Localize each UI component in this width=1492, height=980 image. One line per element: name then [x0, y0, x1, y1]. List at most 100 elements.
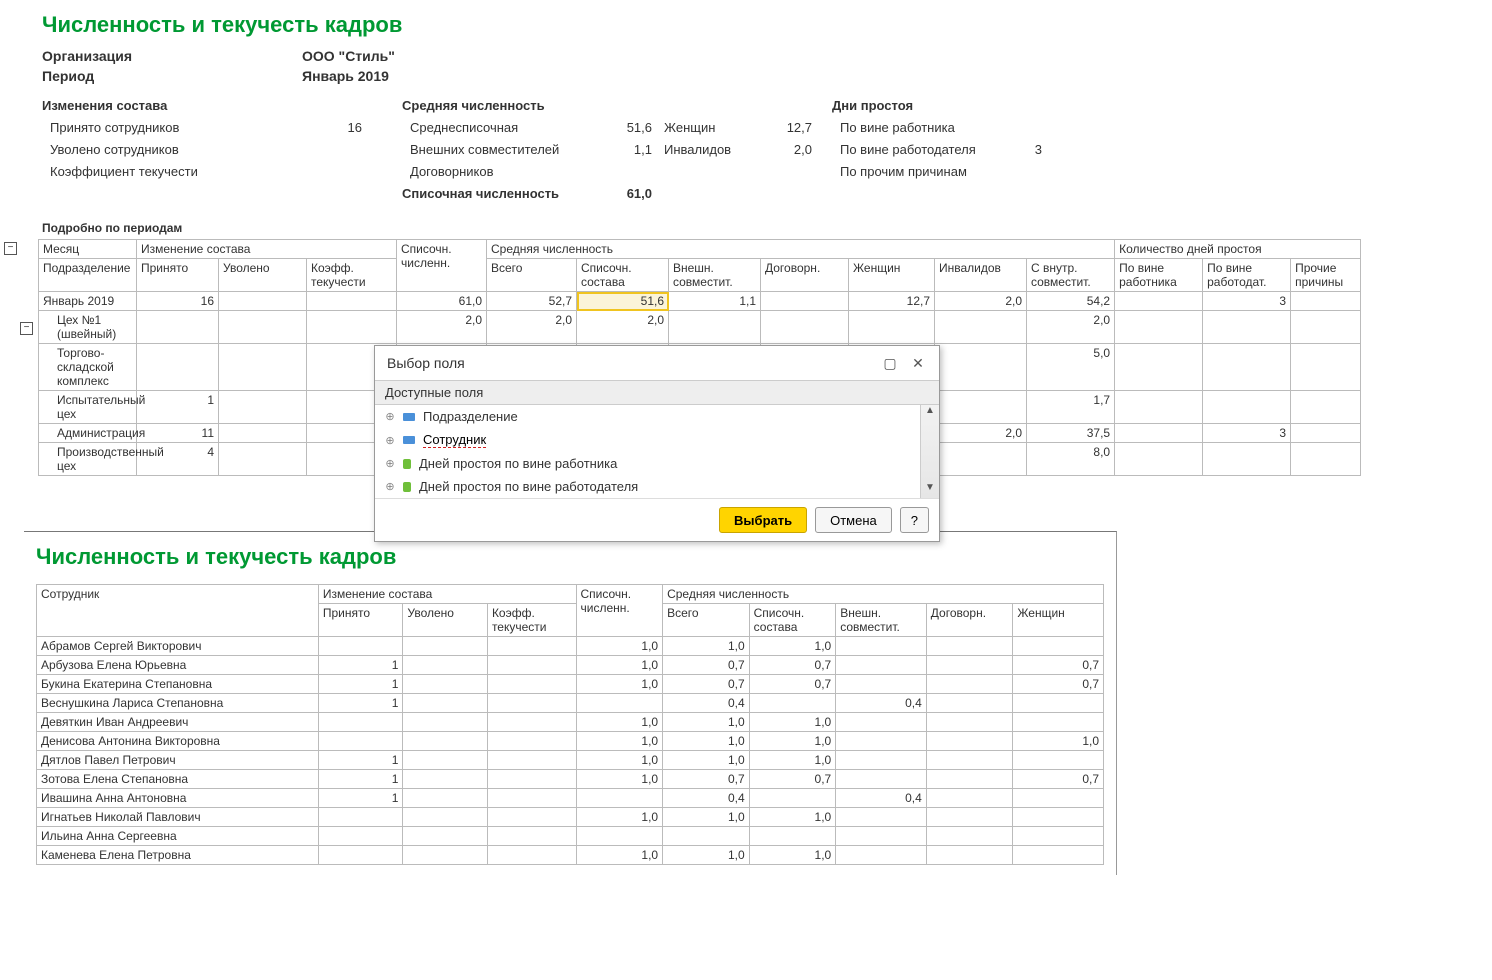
cell[interactable]: 3 — [1203, 424, 1291, 443]
cell[interactable] — [1115, 311, 1203, 344]
cell[interactable]: 1,0 — [576, 713, 663, 732]
cell[interactable]: Дятлов Павел Петрович — [37, 751, 319, 770]
cell[interactable]: 1,0 — [749, 808, 836, 827]
help-button[interactable]: ? — [900, 507, 929, 533]
cell[interactable] — [403, 789, 488, 808]
cell[interactable]: 1,7 — [1027, 391, 1115, 424]
cell[interactable] — [219, 311, 307, 344]
cell[interactable]: 1,0 — [749, 751, 836, 770]
cell[interactable] — [1013, 846, 1104, 865]
col-ssost[interactable]: Списочн. состава — [577, 259, 669, 292]
cell[interactable] — [318, 827, 403, 846]
cell[interactable]: 1 — [318, 675, 403, 694]
cell[interactable] — [487, 713, 576, 732]
col-dog[interactable]: Договорн. — [761, 259, 849, 292]
cell[interactable]: 1 — [318, 770, 403, 789]
cell[interactable] — [576, 827, 663, 846]
cell[interactable] — [403, 732, 488, 751]
cell[interactable] — [926, 846, 1013, 865]
cell[interactable] — [318, 808, 403, 827]
cell[interactable] — [1291, 424, 1361, 443]
tree-toggle-outer[interactable]: − — [4, 242, 17, 255]
cell[interactable]: 1 — [318, 656, 403, 675]
cell[interactable] — [487, 732, 576, 751]
col-vnesh[interactable]: Внешн. совместит. — [669, 259, 761, 292]
cell[interactable] — [487, 770, 576, 789]
row-label[interactable]: Январь 2019 — [39, 292, 137, 311]
cell[interactable] — [1013, 808, 1104, 827]
cell[interactable] — [836, 656, 927, 675]
cell[interactable] — [926, 694, 1013, 713]
table-row[interactable]: Абрамов Сергей Викторович1,01,01,0 — [37, 637, 1104, 656]
row-label[interactable]: Торгово-складской комплекс — [39, 344, 137, 391]
cell[interactable]: Девяткин Иван Андреевич — [37, 713, 319, 732]
cell[interactable] — [1291, 391, 1361, 424]
cell[interactable] — [836, 827, 927, 846]
cell[interactable] — [1291, 311, 1361, 344]
cell[interactable] — [219, 443, 307, 476]
col-division[interactable]: Подразделение — [39, 259, 137, 292]
cell[interactable] — [403, 713, 488, 732]
cell[interactable]: 1,0 — [576, 751, 663, 770]
cell[interactable]: 5,0 — [1027, 344, 1115, 391]
cell[interactable]: 2,0 — [1027, 311, 1115, 344]
cell[interactable] — [219, 292, 307, 311]
cell[interactable] — [318, 732, 403, 751]
cell[interactable] — [1013, 789, 1104, 808]
cell[interactable] — [935, 344, 1027, 391]
col-prab[interactable]: По вине работника — [1115, 259, 1203, 292]
cell[interactable]: Абрамов Сергей Викторович — [37, 637, 319, 656]
field-item[interactable]: ⊕Сотрудник — [375, 428, 939, 452]
cell[interactable]: 1 — [318, 751, 403, 770]
table-row[interactable]: Игнатьев Николай Павлович1,01,01,0 — [37, 808, 1104, 827]
col-inv[interactable]: Инвалидов — [935, 259, 1027, 292]
row-label[interactable]: Администрация — [39, 424, 137, 443]
cell[interactable] — [1013, 694, 1104, 713]
table-row[interactable]: Дятлов Павел Петрович11,01,01,0 — [37, 751, 1104, 770]
field-item[interactable]: ⊕Дней простоя по вине работника — [375, 452, 939, 475]
cell[interactable] — [836, 675, 927, 694]
d2-col-total[interactable]: Всего — [663, 604, 750, 637]
cell[interactable]: Игнатьев Николай Павлович — [37, 808, 319, 827]
cell[interactable] — [137, 344, 219, 391]
cell[interactable] — [926, 675, 1013, 694]
cell[interactable] — [307, 292, 397, 311]
cell[interactable]: 1,0 — [663, 751, 750, 770]
cell[interactable]: 1,0 — [576, 656, 663, 675]
cell[interactable]: 0,7 — [663, 656, 750, 675]
cell[interactable]: 0,7 — [663, 675, 750, 694]
d2-col-fired[interactable]: Уволено — [403, 604, 488, 637]
cell[interactable] — [487, 656, 576, 675]
cell[interactable] — [1203, 391, 1291, 424]
cell[interactable] — [487, 751, 576, 770]
cell[interactable]: Каменева Елена Петровна — [37, 846, 319, 865]
cell[interactable] — [926, 751, 1013, 770]
cell[interactable]: 1,0 — [663, 732, 750, 751]
d2-col-dog[interactable]: Договорн. — [926, 604, 1013, 637]
cell[interactable]: 1,0 — [576, 732, 663, 751]
row-label[interactable]: Цех №1 (швейный) — [39, 311, 137, 344]
d2-col-vnesh[interactable]: Внешн. совместит. — [836, 604, 927, 637]
col-women[interactable]: Женщин — [849, 259, 935, 292]
cell[interactable] — [403, 770, 488, 789]
cell[interactable] — [1291, 344, 1361, 391]
cell[interactable]: 54,2 — [1027, 292, 1115, 311]
cell[interactable] — [926, 732, 1013, 751]
cell[interactable]: 2,0 — [397, 311, 487, 344]
cell[interactable]: 1,0 — [576, 770, 663, 789]
row-label[interactable]: Испытательный цех — [39, 391, 137, 424]
cell[interactable] — [926, 827, 1013, 846]
dialog-maximize-button[interactable]: ▢ — [879, 354, 901, 372]
cell[interactable] — [1115, 424, 1203, 443]
col-month[interactable]: Месяц — [39, 240, 137, 259]
cell[interactable] — [749, 694, 836, 713]
cell[interactable]: 2,0 — [935, 424, 1027, 443]
cell[interactable]: 1,0 — [749, 846, 836, 865]
cancel-button[interactable]: Отмена — [815, 507, 892, 533]
cell[interactable]: 1 — [318, 694, 403, 713]
cell[interactable]: Веснушкина Лариса Степановна — [37, 694, 319, 713]
cell[interactable]: 1,0 — [576, 808, 663, 827]
cell[interactable]: 2,0 — [577, 311, 669, 344]
field-item[interactable]: ⊕Дней простоя по вине работодателя — [375, 475, 939, 498]
cell[interactable] — [1203, 344, 1291, 391]
